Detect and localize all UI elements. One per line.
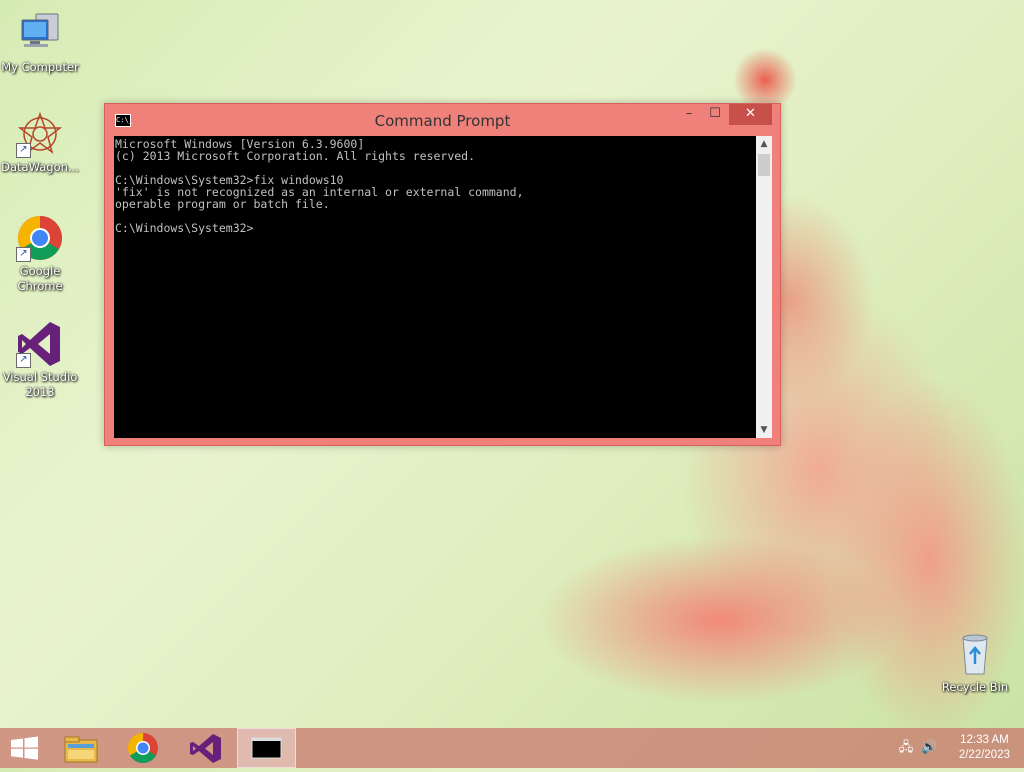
desktop-icon-label: Recycle Bin: [941, 680, 1009, 694]
cmd-icon: [251, 737, 282, 759]
network-icon[interactable]: 🖧: [898, 740, 914, 756]
vertical-scrollbar[interactable]: ▲ ▼: [756, 136, 772, 438]
taskbar-chrome[interactable]: [115, 728, 171, 768]
shortcut-arrow-icon: ↗: [16, 143, 31, 158]
clock-time: 12:33 AM: [960, 734, 1009, 746]
clock-date: 2/22/2023: [958, 749, 1010, 761]
desktop-icon-visual-studio[interactable]: ↗ Visual Studio 2013: [0, 320, 80, 400]
console-line: (c) 2013 Microsoft Corporation. All righ…: [115, 149, 476, 163]
desktop-icon-recycle-bin[interactable]: Recycle Bin: [935, 630, 1015, 695]
taskbar: 🖧 🔊 12:33 AM 2/22/2023: [0, 728, 1024, 768]
datawagon-icon: ↗: [16, 110, 64, 158]
computer-icon: [16, 10, 64, 58]
desktop-icon-datawagon[interactable]: ↗ DataWagon...: [0, 110, 80, 175]
desktop-icon-my-computer[interactable]: My Computer: [0, 10, 80, 75]
chrome-icon: [127, 733, 158, 764]
scroll-down-button[interactable]: ▼: [756, 422, 772, 438]
desktop-icon-google-chrome[interactable]: ↗ Google Chrome: [0, 214, 80, 294]
desktop-icon-label: Google Chrome: [17, 264, 63, 293]
taskbar-file-explorer[interactable]: [53, 728, 109, 768]
console-output[interactable]: Microsoft Windows [Version 6.3.9600] (c)…: [114, 136, 756, 438]
shortcut-arrow-icon: ↗: [16, 353, 31, 368]
scrollbar-thumb[interactable]: [758, 154, 770, 176]
command-prompt-window[interactable]: C:\_ Command Prompt – ☐ ✕ Microsoft Wind…: [104, 103, 781, 446]
close-button[interactable]: ✕: [729, 104, 772, 125]
minimize-button[interactable]: –: [676, 104, 702, 125]
file-explorer-icon: [64, 736, 98, 763]
desktop-icon-label: DataWagon...: [1, 160, 79, 174]
taskbar-command-prompt[interactable]: [237, 728, 296, 768]
start-icon: [11, 736, 38, 760]
start-button[interactable]: [0, 728, 56, 768]
volume-icon[interactable]: 🔊: [921, 740, 937, 756]
chrome-icon: ↗: [16, 214, 64, 262]
scroll-up-button[interactable]: ▲: [756, 136, 772, 152]
taskbar-visual-studio[interactable]: [177, 728, 233, 768]
console-line: operable program or batch file.: [115, 197, 330, 211]
recycle-bin-icon: [951, 630, 999, 678]
maximize-button[interactable]: ☐: [702, 104, 728, 125]
console-prompt-line[interactable]: C:\Windows\System32>: [114, 222, 756, 234]
visual-studio-icon: [190, 734, 221, 763]
tray-clock[interactable]: 12:33 AM 2/22/2023: [959, 733, 1010, 763]
desktop-icon-label: My Computer: [1, 60, 79, 74]
visual-studio-icon: ↗: [16, 320, 64, 368]
shortcut-arrow-icon: ↗: [16, 247, 31, 262]
desktop-icon-label: Visual Studio 2013: [2, 370, 78, 399]
window-titlebar[interactable]: C:\_ Command Prompt – ☐ ✕: [105, 104, 780, 136]
